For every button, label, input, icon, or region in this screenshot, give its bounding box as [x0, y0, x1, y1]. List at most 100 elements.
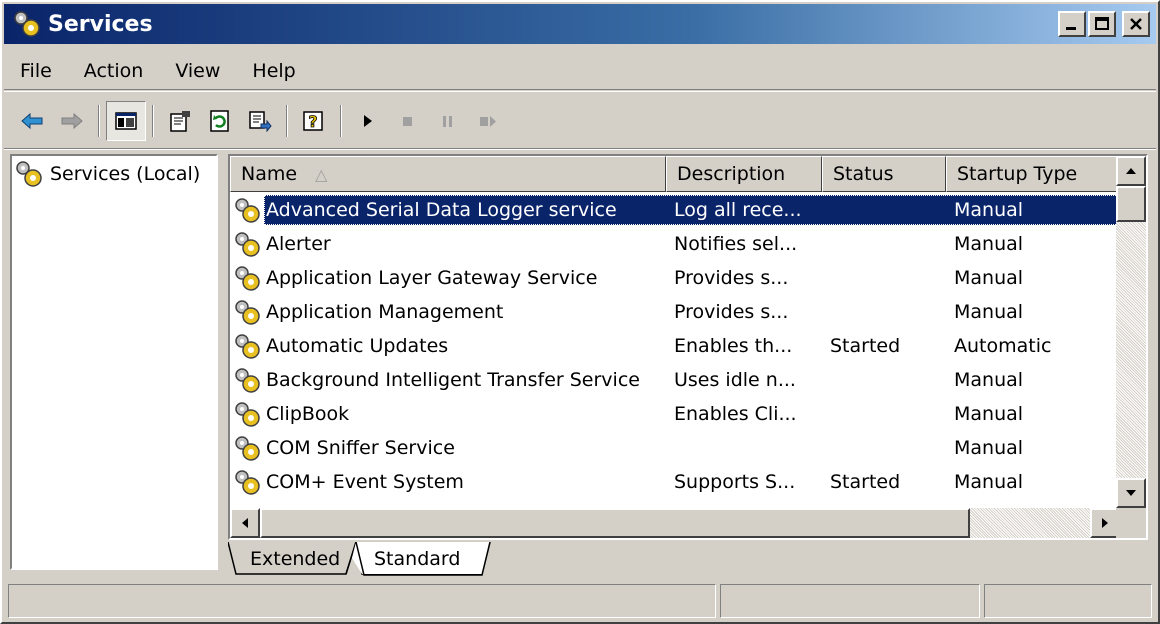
tab-label: Extended [250, 548, 341, 570]
toolbar-separator [152, 105, 154, 137]
service-description: Enables Cli... [674, 403, 797, 425]
minimize-button[interactable] [1058, 11, 1086, 37]
table-row[interactable]: COM+ Event System Supports S... Started … [230, 465, 1120, 499]
service-startup-type: Manual [954, 471, 1024, 493]
stop-service-button[interactable] [388, 101, 428, 141]
service-gear-icon [235, 198, 260, 223]
column-header-description[interactable]: Description [666, 156, 822, 192]
arrow-down-icon [1126, 490, 1136, 496]
service-description: Supports S... [674, 471, 796, 493]
table-row[interactable]: COM Sniffer Service Manual [230, 431, 1120, 465]
toolbar-separator [340, 105, 342, 137]
close-icon [1130, 18, 1142, 30]
service-gear-icon [235, 232, 260, 257]
service-name: COM+ Event System [266, 471, 464, 493]
view-tabs: Extended Standard [228, 542, 1148, 578]
back-button[interactable] [12, 101, 52, 141]
export-list-icon [249, 111, 272, 133]
service-gear-icon [235, 436, 260, 461]
console-tree[interactable]: Services (Local) [10, 154, 218, 570]
toolbar-separator [286, 105, 288, 137]
show-hide-tree-button[interactable] [106, 101, 146, 141]
service-startup-type: Manual [954, 403, 1024, 425]
service-gear-icon [235, 266, 260, 291]
svg-text:?: ? [308, 112, 317, 131]
table-row[interactable]: Automatic Updates Enables th... Started … [230, 329, 1120, 363]
service-gear-icon [235, 334, 260, 359]
table-row[interactable]: Application Layer Gateway Service Provid… [230, 261, 1120, 295]
status-panel-right [984, 584, 1152, 618]
service-gear-icon [235, 300, 260, 325]
service-name: Background Intelligent Transfer Service [266, 369, 640, 391]
vertical-scroll-thumb[interactable] [1116, 186, 1146, 222]
scroll-left-button[interactable] [230, 508, 260, 538]
list-header: Name △ Description Status Startup Type [230, 156, 1120, 192]
scrollbar-corner [1116, 508, 1146, 538]
service-name: Alerter [266, 233, 331, 255]
service-status: Started [830, 471, 901, 493]
column-header-status[interactable]: Status [822, 156, 946, 192]
horizontal-scroll-thumb[interactable] [260, 508, 970, 538]
tree-item-label: Services (Local) [50, 163, 201, 185]
service-description: Provides s... [674, 267, 789, 289]
tab-label: Standard [374, 548, 461, 570]
properties-button[interactable] [160, 101, 200, 141]
table-row[interactable]: ClipBook Enables Cli... Manual [230, 397, 1120, 431]
menu-action[interactable]: Action [68, 60, 160, 82]
table-row[interactable]: Advanced Serial Data Logger service Log … [230, 193, 1120, 227]
show-hide-tree-icon [115, 112, 137, 130]
pause-service-button[interactable] [428, 101, 468, 141]
vertical-scrollbar[interactable] [1116, 156, 1146, 508]
menu-divider [4, 91, 1156, 92]
arrow-right-icon [1102, 518, 1108, 528]
close-button[interactable] [1122, 11, 1150, 37]
scroll-up-button[interactable] [1116, 156, 1146, 186]
table-row[interactable]: Alerter Notifies sel... Manual [230, 227, 1120, 261]
service-gear-icon [235, 402, 260, 427]
forward-icon [61, 112, 83, 130]
service-description: Notifies sel... [674, 233, 798, 255]
start-service-button[interactable] [348, 101, 388, 141]
service-startup-type: Automatic [954, 335, 1052, 357]
column-header-startup-type[interactable]: Startup Type [946, 156, 1120, 192]
scroll-down-button[interactable] [1116, 478, 1146, 508]
table-row[interactable]: Background Intelligent Transfer Service … [230, 363, 1120, 397]
toolbar-separator [98, 105, 100, 137]
column-label: Name [241, 163, 298, 185]
arrow-up-icon [1126, 168, 1136, 174]
minimize-icon [1066, 27, 1076, 30]
refresh-button[interactable] [200, 101, 240, 141]
tab-extended[interactable]: Extended [228, 542, 360, 576]
service-name: Application Management [266, 301, 504, 323]
menu-view[interactable]: View [159, 60, 236, 82]
services-gear-icon [14, 11, 40, 37]
help-button[interactable]: ? [294, 101, 334, 141]
horizontal-scrollbar[interactable] [230, 508, 1120, 538]
service-description: Enables th... [674, 335, 793, 357]
table-row[interactable]: Application Management Provides s... Man… [230, 295, 1120, 329]
service-name: Automatic Updates [266, 335, 449, 357]
tab-standard[interactable]: Standard [356, 542, 496, 576]
menu-bar: File Action View Help [4, 52, 1156, 90]
service-startup-type: Manual [954, 437, 1024, 459]
restart-service-button[interactable] [468, 101, 508, 141]
service-gear-icon [235, 368, 260, 393]
column-header-name[interactable]: Name △ [230, 156, 666, 192]
services-window: Services File Action View Help ? Service… [0, 0, 1160, 624]
menu-help[interactable]: Help [236, 60, 311, 82]
tree-item-services-local[interactable]: Services (Local) [14, 158, 200, 190]
title-bar[interactable]: Services [4, 4, 1156, 44]
maximize-icon [1095, 17, 1109, 30]
start-service-icon [364, 115, 372, 127]
export-list-button[interactable] [240, 101, 280, 141]
sort-ascending-icon: △ [315, 164, 328, 184]
services-list[interactable]: Name △ Description Status Startup Type A… [228, 154, 1148, 540]
service-status: Started [830, 335, 901, 357]
forward-button[interactable] [52, 101, 92, 141]
refresh-icon [210, 110, 229, 132]
maximize-button[interactable] [1088, 11, 1116, 37]
status-bar [4, 582, 1156, 622]
menu-file[interactable]: File [14, 60, 68, 82]
service-startup-type: Manual [954, 199, 1024, 221]
pause-service-icon [443, 116, 452, 127]
